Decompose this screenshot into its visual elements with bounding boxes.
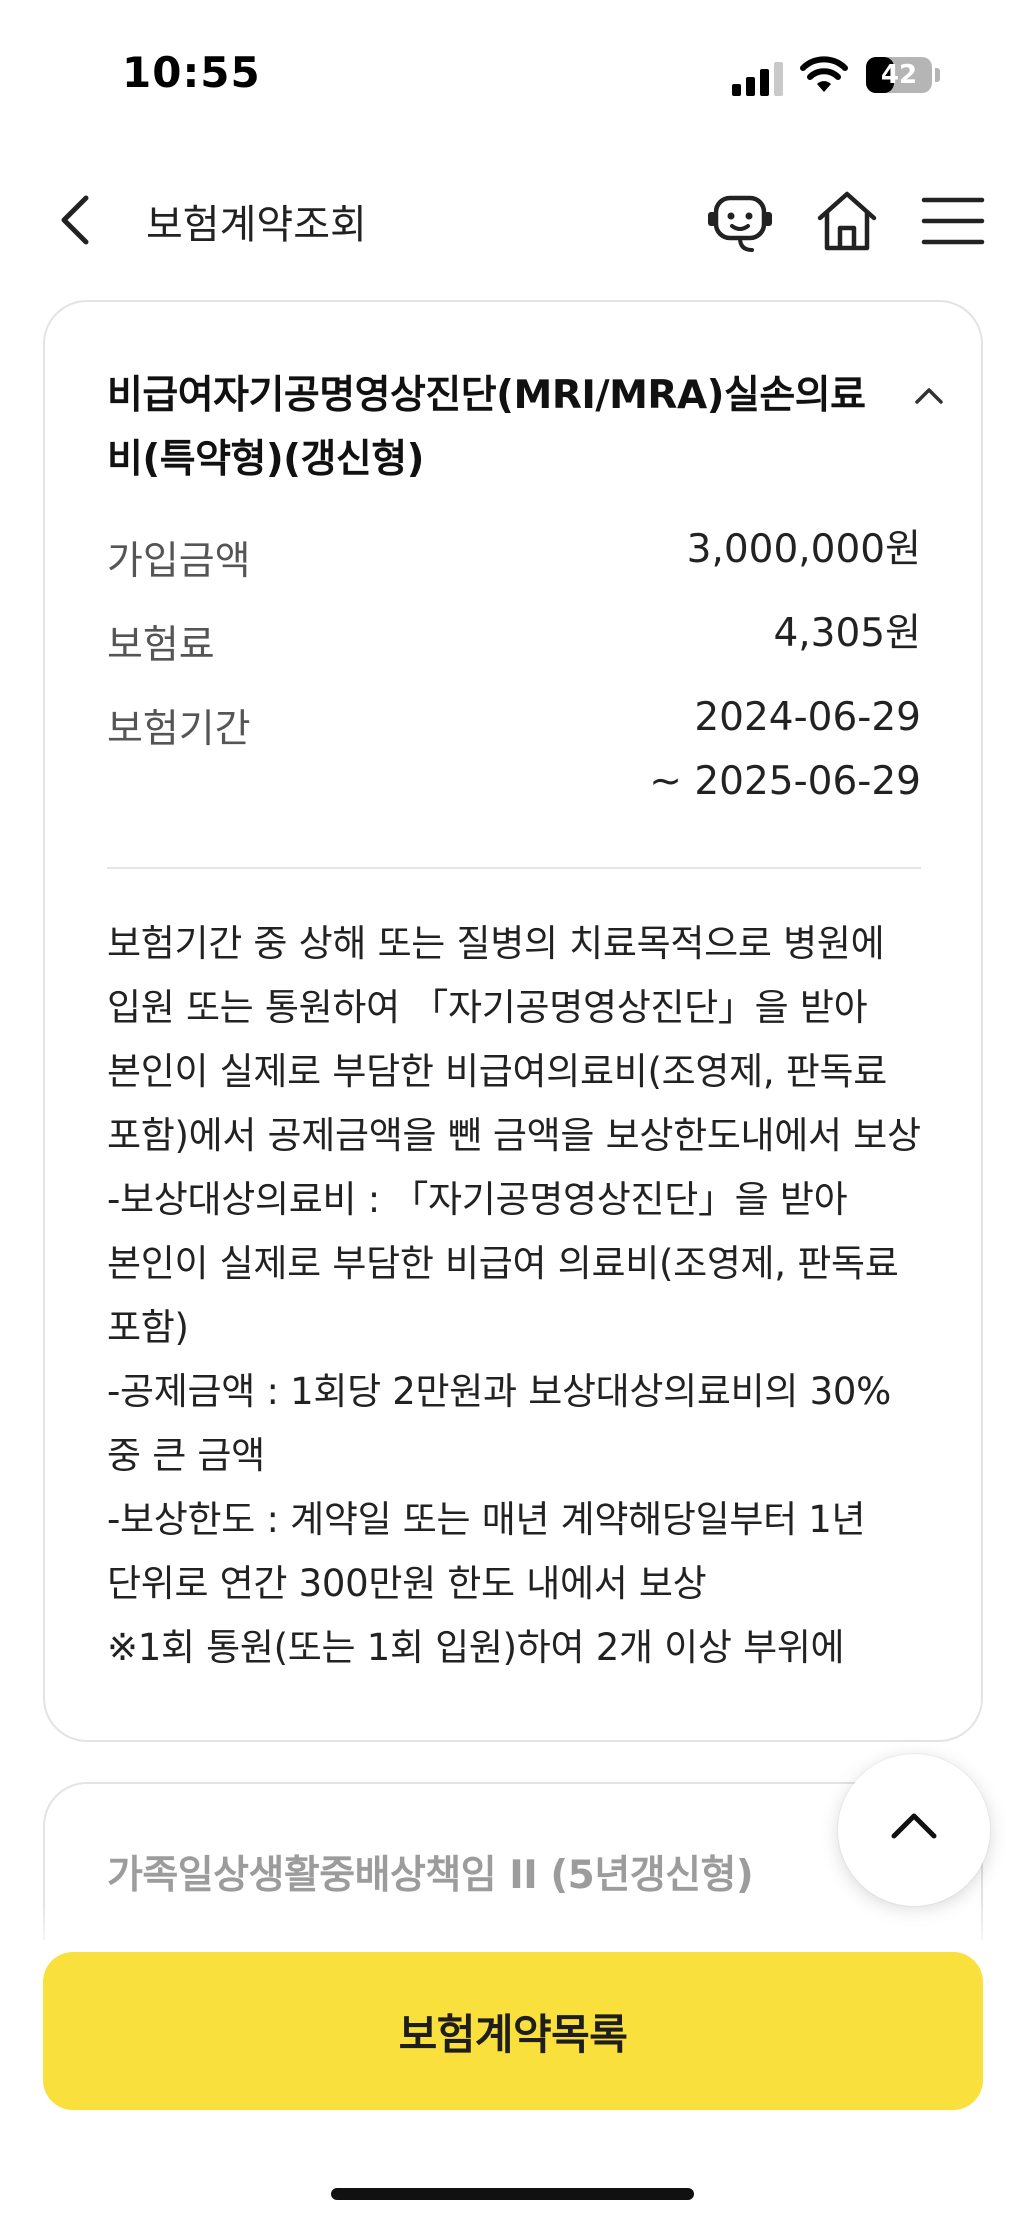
coverage-description: 보험기간 중 상해 또는 질병의 치료목적으로 병원에 입원 또는 통원하여 「… [107, 922, 921, 1669]
battery-percent: 42 [880, 60, 918, 90]
coverage-card: 비급여자기공명영상진단(MRI/MRA)실손의료비(특약형)(갱신형) 가입금액… [43, 300, 983, 1742]
coverage-title: 비급여자기공명영상진단(MRI/MRA)실손의료비(특약형)(갱신형) [107, 373, 866, 482]
coverage-card-content: 비급여자기공명영상진단(MRI/MRA)실손의료비(특약형)(갱신형) 가입금액… [107, 364, 943, 1669]
divider [107, 867, 921, 869]
info-row-premium: 보험료 4,305원 [107, 611, 921, 678]
coverage-title: 가족일상생활중배상책임 II (5년갱신형) [107, 1853, 754, 1898]
chevron-up-icon [891, 1813, 937, 1839]
home-indicator[interactable] [331, 2188, 694, 2200]
info-value: 3,000,000원 [686, 527, 921, 572]
info-value: 2024-06-29 ~ 2025-06-29 [649, 695, 921, 804]
info-label: 보험기간 [107, 707, 251, 752]
info-value: 4,305원 [773, 611, 921, 656]
chatbot-icon[interactable] [704, 184, 778, 258]
chevron-up-icon[interactable] [907, 374, 951, 418]
home-icon[interactable] [810, 184, 884, 258]
screen: 10:55 42 보험계약조회 비급여자기공명영상진단(MRI/MRA)실손의료… [0, 0, 1025, 2222]
back-chevron-icon[interactable] [48, 188, 108, 252]
scroll-top-button[interactable] [838, 1754, 990, 1906]
info-row-period: 보험기간 2024-06-29 ~ 2025-06-29 [107, 695, 921, 828]
hamburger-menu-icon[interactable] [916, 184, 990, 258]
battery-tip [935, 68, 940, 82]
app-header: 보험계약조회 [0, 170, 1025, 270]
battery-icon: 42 [866, 57, 932, 93]
wifi-icon [800, 56, 848, 92]
contract-list-button[interactable]: 보험계약목록 [43, 1952, 983, 2110]
status-bar: 10:55 42 [0, 0, 1025, 150]
cellular-signal-icon [732, 62, 784, 96]
info-row-amount: 가입금액 3,000,000원 [107, 527, 921, 594]
info-label: 가입금액 [107, 539, 251, 584]
page-title: 보험계약조회 [146, 202, 367, 248]
status-time: 10:55 [122, 48, 261, 97]
info-label: 보험료 [107, 623, 215, 668]
